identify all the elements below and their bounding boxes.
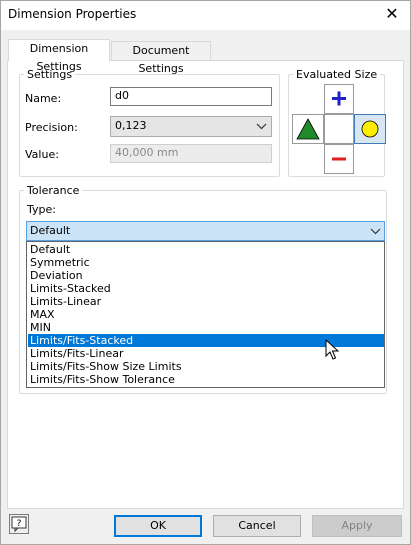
evaluated-size-label: Evaluated Size bbox=[293, 68, 381, 81]
name-field[interactable]: d0 bbox=[110, 87, 272, 106]
tab-document-settings[interactable]: Document Settings bbox=[111, 41, 211, 75]
list-item[interactable]: Default bbox=[28, 243, 384, 256]
evaluated-size-center bbox=[324, 114, 354, 144]
tolerance-type-select[interactable]: Default bbox=[26, 221, 385, 241]
tolerance-type-value: Default bbox=[30, 224, 71, 237]
name-label: Name: bbox=[25, 92, 62, 105]
precision-value: 0,123 bbox=[115, 119, 147, 132]
tab-dimension-settings[interactable]: Dimension Settings bbox=[8, 39, 110, 73]
precision-label: Precision: bbox=[25, 121, 78, 134]
cancel-button[interactable]: Cancel bbox=[213, 515, 301, 537]
circle-icon bbox=[361, 120, 379, 138]
circle-button[interactable] bbox=[354, 114, 386, 144]
list-item[interactable]: Symmetric bbox=[28, 256, 384, 269]
list-item[interactable]: MIN bbox=[28, 321, 384, 334]
decrease-button[interactable] bbox=[324, 144, 354, 174]
mouse-cursor-icon bbox=[325, 339, 339, 360]
tab-label: Document Settings bbox=[132, 44, 190, 75]
tolerance-group-label: Tolerance bbox=[24, 184, 83, 197]
tolerance-type-list: Default Symmetric Deviation Limits-Stack… bbox=[26, 241, 385, 388]
triangle-button[interactable] bbox=[292, 114, 324, 144]
tab-label: Dimension Settings bbox=[29, 42, 89, 73]
close-icon[interactable]: ✕ bbox=[380, 3, 404, 25]
list-item[interactable]: Limits/Fits-Show Tolerance bbox=[28, 373, 384, 386]
precision-select[interactable]: 0,123 bbox=[110, 116, 272, 137]
apply-button: Apply bbox=[312, 515, 402, 537]
svg-text:?: ? bbox=[17, 519, 22, 529]
increase-button[interactable] bbox=[324, 84, 354, 114]
list-item[interactable]: Limits-Linear bbox=[28, 295, 384, 308]
help-button[interactable]: ? bbox=[9, 514, 29, 534]
dialog-title: Dimension Properties bbox=[8, 7, 137, 21]
list-item[interactable]: Deviation bbox=[28, 269, 384, 282]
value-label: Value: bbox=[25, 148, 59, 161]
list-item[interactable]: MAX bbox=[28, 308, 384, 321]
list-item[interactable]: Limits/Fits-Show Size Limits bbox=[28, 360, 384, 373]
triangle-icon bbox=[296, 118, 320, 140]
chevron-down-icon bbox=[256, 123, 267, 130]
chevron-down-icon bbox=[370, 228, 381, 235]
type-label: Type: bbox=[27, 203, 56, 216]
list-item[interactable]: Limits-Stacked bbox=[28, 282, 384, 295]
value-field: 40,000 mm bbox=[110, 144, 272, 163]
minus-icon bbox=[332, 157, 346, 161]
help-icon: ? bbox=[11, 516, 27, 533]
ok-button[interactable]: OK bbox=[114, 515, 202, 537]
plus-icon bbox=[332, 91, 346, 106]
